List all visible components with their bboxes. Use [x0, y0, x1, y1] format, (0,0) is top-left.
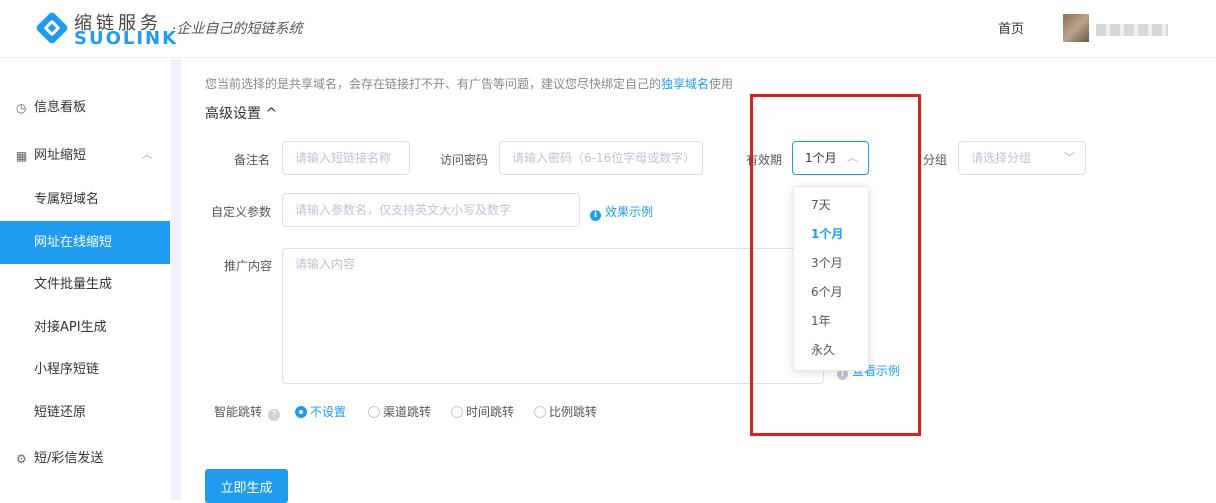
sidebar-item-label: 文件批量生成 — [34, 277, 113, 292]
radio-dot — [368, 406, 380, 418]
radio-label: 不设置 — [310, 405, 347, 419]
sidebar: ◷ 信息看板 ▦ 网址缩短 ︿ 专属短域名 网址在线缩短 文件批量生成 对接AP… — [0, 59, 170, 500]
radio-time[interactable]: 时间跳转 — [451, 403, 514, 420]
sidebar-item-sms[interactable]: ⚙ 短/彩信发送 — [0, 437, 170, 480]
top-header: 缩链服务 SUOLINK ·企业自己的短链系统 首页 — [0, 0, 1216, 58]
sidebar-item-label: 短/彩信发送 — [34, 451, 104, 466]
radio-dot — [451, 406, 463, 418]
radio-channel[interactable]: 渠道跳转 — [368, 403, 431, 420]
chevron-down-icon: ﹀ — [1064, 151, 1075, 164]
sidebar-item-custom-domain[interactable]: 专属短域名 — [0, 178, 170, 221]
sidebar-item-restore[interactable]: 短链还原 — [0, 391, 170, 434]
shared-domain-notice: 您当前选择的是共享域名，会存在链接打不开、有广告等问题，建议您尽快绑定自己的独享… — [205, 75, 733, 92]
validity-option-3m[interactable]: 3个月 — [794, 249, 868, 278]
validity-select[interactable]: 1个月 ︿ — [792, 141, 869, 175]
notice-text-suffix: 使用 — [709, 77, 734, 91]
sidebar-item-label: 信息看板 — [34, 100, 87, 115]
sidebar-item-miniprogram[interactable]: 小程序短链 — [0, 348, 170, 391]
promo-label: 推广内容 — [224, 259, 273, 273]
username-blurred[interactable] — [1096, 24, 1168, 36]
sidebar-item-label: 专属短域名 — [34, 192, 100, 207]
clock-icon: ◷ — [16, 101, 27, 115]
advanced-settings-toggle[interactable]: 高级设置 ^ — [205, 103, 277, 123]
sidebar-item-label: 小程序短链 — [34, 362, 100, 377]
smart-jump-text: 智能跳转 — [214, 405, 263, 419]
radio-none[interactable]: 不设置 — [295, 403, 346, 420]
validity-option-7d[interactable]: 7天 — [794, 191, 868, 220]
grid-icon: ▦ — [16, 149, 28, 163]
params-label: 自定义参数 — [211, 205, 272, 219]
sidebar-item-api[interactable]: 对接API生成 — [0, 306, 170, 349]
group-placeholder: 请选择分组 — [971, 151, 1032, 165]
password-label: 访问密码 — [440, 153, 489, 167]
validity-option-forever[interactable]: 永久 — [794, 336, 868, 365]
group-select[interactable]: 请选择分组 ﹀ — [958, 141, 1086, 175]
effect-example-link[interactable]: i 效果示例 — [590, 203, 653, 221]
chevron-up-icon: ︿ — [847, 151, 858, 164]
validity-option-1y[interactable]: 1年 — [794, 307, 868, 336]
sidebar-item-batch-file[interactable]: 文件批量生成 — [0, 263, 170, 306]
main-panel: 您当前选择的是共享域名，会存在链接打不开、有广告等问题，建议您尽快绑定自己的独享… — [181, 59, 1216, 503]
sidebar-item-label: 对接API生成 — [34, 320, 107, 335]
effect-example-label: 效果示例 — [605, 205, 654, 219]
sidebar-item-online-shorten[interactable]: 网址在线缩短 — [0, 221, 170, 264]
promo-textarea[interactable] — [282, 248, 824, 384]
sidebar-item-dashboard[interactable]: ◷ 信息看板 — [0, 86, 170, 129]
validity-label: 有效期 — [746, 153, 783, 167]
logo-icon[interactable] — [32, 8, 72, 48]
validity-value: 1个月 — [805, 151, 837, 165]
sidebar-item-label: 网址缩短 — [34, 148, 87, 163]
nav-home-link[interactable]: 首页 — [998, 18, 1024, 37]
validity-option-6m[interactable]: 6个月 — [794, 278, 868, 307]
logo-tagline: ·企业自己的短链系统 — [172, 21, 303, 37]
info-icon: i — [590, 210, 601, 221]
password-input[interactable] — [499, 141, 703, 175]
radio-dot — [534, 406, 546, 418]
help-icon[interactable]: ? — [268, 409, 281, 421]
radio-ratio[interactable]: 比例跳转 — [534, 403, 597, 420]
sidebar-item-label: 短链还原 — [34, 405, 87, 420]
notice-text: 您当前选择的是共享域名，会存在链接打不开、有广告等问题，建议您尽快绑定自己的 — [205, 77, 662, 91]
sidebar-item-url-shorten[interactable]: ▦ 网址缩短 ︿ — [0, 134, 170, 177]
logo-text-en: SUOLINK — [74, 28, 179, 49]
gear-icon: ⚙ — [16, 452, 27, 466]
remark-label: 备注名 — [234, 153, 271, 167]
radio-label: 比例跳转 — [549, 405, 598, 419]
exclusive-domain-link[interactable]: 独享域名 — [661, 77, 709, 91]
sidebar-divider — [171, 59, 181, 500]
smart-jump-label: 智能跳转? — [214, 403, 281, 421]
radio-dot — [295, 406, 307, 418]
group-label: 分组 — [923, 153, 948, 167]
radio-label: 时间跳转 — [466, 405, 515, 419]
radio-label: 渠道跳转 — [383, 405, 432, 419]
validity-dropdown: 7天 1个月 3个月 6个月 1年 永久 — [793, 186, 869, 371]
chevron-up-icon: ︿ — [142, 150, 152, 161]
remark-input[interactable] — [282, 141, 410, 175]
generate-button[interactable]: 立即生成 — [205, 469, 288, 503]
sidebar-item-label: 网址在线缩短 — [34, 235, 113, 250]
avatar[interactable] — [1063, 14, 1089, 42]
validity-option-1m[interactable]: 1个月 — [794, 220, 868, 249]
params-input[interactable] — [282, 193, 580, 227]
